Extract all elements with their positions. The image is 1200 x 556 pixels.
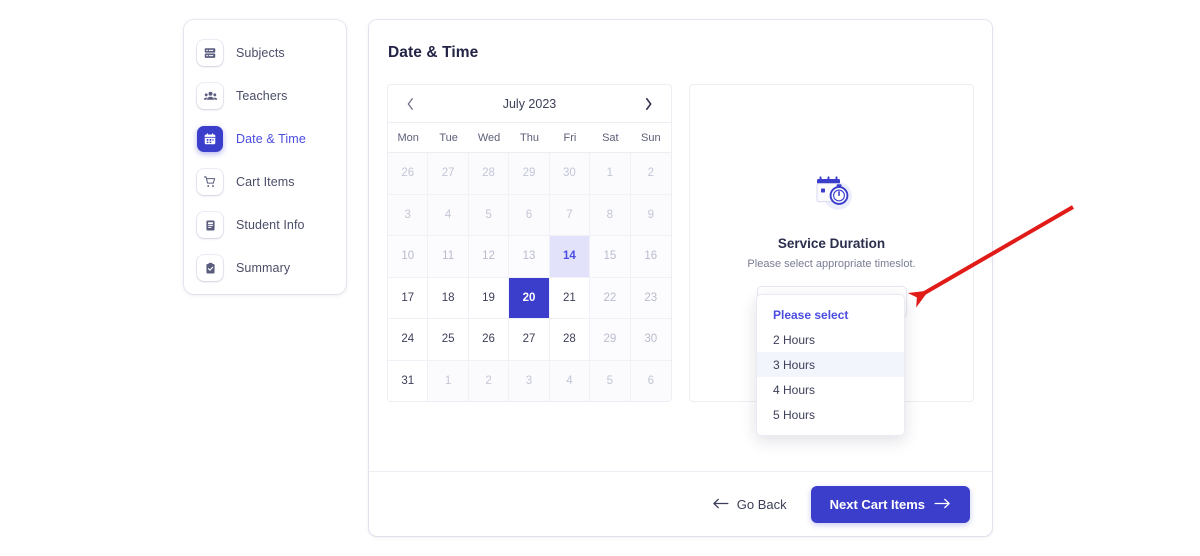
- sidebar-item-label: Subjects: [236, 46, 285, 60]
- calendar-day-selected[interactable]: 20: [509, 277, 550, 319]
- calendar-weekday-tue: Tue: [439, 131, 458, 144]
- calendar-day[interactable]: 10: [388, 236, 429, 278]
- clipboard-check-icon: [197, 255, 223, 281]
- page-title: Date & Time: [388, 44, 479, 61]
- users-icon: [197, 83, 223, 109]
- calendar-day[interactable]: 18: [428, 277, 469, 319]
- duration-option[interactable]: 2 Hours: [757, 327, 904, 352]
- arrow-left-icon: [712, 497, 729, 512]
- booking-wizard-page: Subjects Teachers Date & Time Cart Items…: [0, 0, 1200, 556]
- calendar-day[interactable]: 30: [549, 153, 591, 195]
- duration-dropdown-menu: Please select 2 Hours 3 Hours 4 Hours 5 Hour…: [756, 294, 905, 436]
- calendar-day[interactable]: 4: [549, 360, 591, 401]
- calendar-icon: [197, 126, 223, 152]
- calendar-day[interactable]: 28: [549, 319, 591, 361]
- calendar-day[interactable]: 22: [590, 277, 631, 319]
- calendar-day[interactable]: 6: [630, 360, 671, 401]
- sidebar-item-summary[interactable]: Summary: [197, 253, 346, 283]
- sidebar-item-student-info[interactable]: Student Info: [197, 210, 346, 240]
- server-icon: [197, 40, 223, 66]
- calendar-day[interactable]: 16: [630, 236, 671, 278]
- calendar-day[interactable]: 21: [549, 277, 591, 319]
- calendar-weekday-wed: Wed: [477, 131, 501, 144]
- calendar-day[interactable]: 8: [590, 194, 631, 236]
- date-picker-calendar: July 2023 Mon Tue Wed Thu Fri Sat Sun 26 27 28 29…: [387, 84, 672, 402]
- next-button-label: Next Cart Items: [829, 496, 925, 512]
- calendar-day[interactable]: 5: [590, 360, 631, 401]
- calendar-header: July 2023: [388, 85, 671, 123]
- calendar-weekday-fri: Fri: [563, 131, 577, 144]
- calendar-timer-icon: [808, 171, 856, 220]
- duration-subtitle: Please select appropriate timeslot.: [747, 258, 916, 270]
- calendar-weekday-header: Mon Tue Wed Thu Fri Sat Sun: [388, 123, 671, 153]
- calendar-day[interactable]: 31: [388, 360, 429, 401]
- calendar-day[interactable]: 26: [468, 319, 510, 361]
- document-icon: [197, 212, 223, 238]
- wizard-footer: Go Back Next Cart Items: [369, 471, 992, 536]
- sidebar-item-label: Summary: [236, 261, 291, 275]
- chevron-right-icon[interactable]: [640, 95, 657, 113]
- date-time-step-card: Date & Time July 2023 Mon Tue Wed Thu Fr…: [369, 20, 992, 536]
- calendar-day[interactable]: 25: [428, 319, 469, 361]
- duration-option[interactable]: 4 Hours: [757, 377, 904, 402]
- calendar-day[interactable]: 23: [630, 277, 671, 319]
- calendar-day[interactable]: 1: [590, 153, 631, 195]
- calendar-day[interactable]: 27: [428, 153, 469, 195]
- calendar-day[interactable]: 17: [388, 277, 429, 319]
- calendar-day-grid: 26 27 28 29 30 1 2 3 4 5 6 7 8 9 10 11 12 13 14 15 16 17 18 19 2…: [388, 153, 671, 401]
- calendar-day[interactable]: 9: [630, 194, 671, 236]
- calendar-month-label: July 2023: [502, 96, 557, 111]
- calendar-day[interactable]: 24: [388, 319, 429, 361]
- arrow-right-icon: [934, 497, 951, 512]
- calendar-weekday-sat: Sat: [602, 131, 619, 144]
- chevron-left-icon[interactable]: [402, 95, 419, 113]
- duration-option[interactable]: 5 Hours: [757, 402, 904, 427]
- sidebar-item-label: Date & Time: [236, 132, 306, 146]
- calendar-day[interactable]: 1: [428, 360, 469, 401]
- sidebar-item-subjects[interactable]: Subjects: [197, 38, 346, 68]
- calendar-day[interactable]: 12: [468, 236, 510, 278]
- go-back-label: Go Back: [736, 496, 787, 512]
- next-cart-items-button[interactable]: Next Cart Items: [810, 485, 970, 523]
- calendar-day[interactable]: 13: [509, 236, 550, 278]
- calendar-day[interactable]: 3: [509, 360, 550, 401]
- calendar-day[interactable]: 6: [509, 194, 550, 236]
- calendar-weekday-mon: Mon: [397, 131, 419, 144]
- calendar-day[interactable]: 15: [590, 236, 631, 278]
- sidebar-item-label: Teachers: [236, 89, 288, 103]
- calendar-day[interactable]: 3: [388, 194, 429, 236]
- sidebar-item-cart-items[interactable]: Cart Items: [197, 167, 346, 197]
- calendar-day-today[interactable]: 14: [549, 236, 591, 278]
- sidebar-item-teachers[interactable]: Teachers: [197, 81, 346, 111]
- calendar-day[interactable]: 29: [590, 319, 631, 361]
- shopping-cart-icon: [197, 169, 223, 195]
- calendar-weekday-sun: Sun: [640, 131, 661, 144]
- sidebar-item-label: Cart Items: [236, 175, 295, 189]
- wizard-steps-sidebar: Subjects Teachers Date & Time Cart Items…: [184, 20, 346, 294]
- sidebar-item-label: Student Info: [236, 218, 305, 232]
- calendar-day[interactable]: 26: [388, 153, 429, 195]
- calendar-day[interactable]: 5: [468, 194, 510, 236]
- calendar-day[interactable]: 2: [468, 360, 510, 401]
- calendar-day[interactable]: 27: [509, 319, 550, 361]
- calendar-day[interactable]: 7: [549, 194, 591, 236]
- calendar-day[interactable]: 11: [428, 236, 469, 278]
- duration-title: Service Duration: [777, 236, 886, 251]
- sidebar-item-date-time[interactable]: Date & Time: [197, 124, 346, 154]
- calendar-day[interactable]: 29: [509, 153, 550, 195]
- duration-option[interactable]: 3 Hours: [757, 352, 904, 377]
- calendar-day[interactable]: 30: [630, 319, 671, 361]
- go-back-button[interactable]: Go Back: [712, 497, 787, 512]
- calendar-day[interactable]: 19: [468, 277, 510, 319]
- calendar-day[interactable]: 4: [428, 194, 469, 236]
- calendar-day[interactable]: 28: [468, 153, 510, 195]
- calendar-weekday-thu: Thu: [520, 131, 539, 144]
- duration-option[interactable]: Please select: [757, 302, 904, 327]
- calendar-day[interactable]: 2: [630, 153, 671, 195]
